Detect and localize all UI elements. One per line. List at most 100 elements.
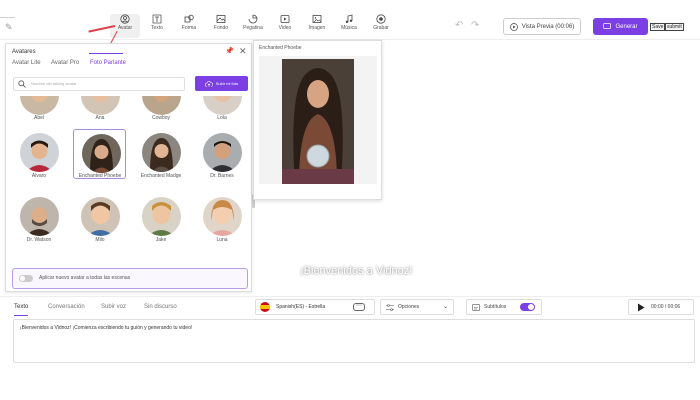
subtitles-toggle[interactable] (520, 303, 535, 311)
avatar-thumbnail (203, 197, 242, 236)
avatar-card[interactable] (195, 193, 248, 243)
popup-title: Enchanted Phoebe (259, 45, 302, 51)
apply-all-row: Aplicar nuevo avatar a todas las escenas (12, 268, 248, 289)
avatar-preview-popup: Enchanted Phoebe (253, 40, 382, 200)
voice-label: Spanish(ES) - Estrella (276, 304, 326, 310)
monitor-icon (603, 23, 612, 29)
avatar-card[interactable] (134, 129, 187, 179)
avatar-search-input[interactable]: Nombre del talking avatar (13, 77, 185, 91)
avatar-card[interactable] (195, 129, 248, 179)
spain-flag-icon (260, 302, 270, 312)
avatar-name: Luna (216, 237, 228, 243)
music-icon (345, 14, 353, 23)
avatar-name: Abel (33, 115, 44, 121)
tool-music[interactable]: Música (334, 14, 364, 38)
avatar-name: Milo (95, 237, 105, 243)
avatar-card[interactable] (12, 129, 65, 179)
script-text: ¡Bienvenidos a Vidnoz! ¡Comienza escribi… (20, 325, 193, 331)
avatar-name: Enchanted Phoebe (78, 173, 122, 179)
tool-video[interactable]: Video (270, 14, 300, 38)
apply-all-label: Aplicar nuevo avatar a todas las escenas (39, 275, 131, 281)
tool-label: Música (341, 25, 357, 31)
pin-icon[interactable]: 📌 (225, 47, 234, 55)
avatar-card-selected[interactable] (73, 129, 126, 179)
avatar-name: Dr. Barnes (210, 173, 234, 179)
avatar-thumbnail (142, 96, 181, 115)
preview-label: Vista Previa (00:06) (521, 23, 575, 30)
canvas-subtitle[interactable]: ¡Bienvenidos a Vidnoz! (300, 265, 412, 277)
tool-background[interactable]: Fondo (206, 14, 236, 38)
tool-label: Texto (151, 25, 163, 31)
top-toolbar: ✎ Avatar Texto Forma Fondo Pegatina Vide… (0, 0, 700, 40)
panel-title: Avatares (12, 49, 36, 55)
canvas-margin (577, 40, 700, 292)
avatar-card[interactable] (12, 193, 65, 243)
text-icon (152, 14, 162, 24)
tool-label: Forma (181, 25, 197, 31)
avatar-card[interactable] (134, 193, 187, 243)
avatar-thumbnail (142, 133, 181, 172)
shape-icon (184, 14, 194, 23)
tool-shape[interactable]: Forma (174, 14, 204, 38)
avatar-name: Ana (95, 115, 105, 121)
background-icon (216, 15, 226, 23)
tool-text[interactable]: Texto (142, 14, 172, 38)
close-icon[interactable]: ✕ (239, 46, 247, 57)
tool-label: Pegatina (243, 25, 263, 31)
search-icon (18, 80, 26, 88)
redo-icon[interactable]: ↷ (471, 20, 479, 31)
cloud-upload-icon (204, 80, 213, 87)
undo-icon[interactable]: ↶ (455, 20, 463, 31)
upload-label: Subir mi foto (215, 81, 239, 86)
tab-upload-voice[interactable]: Subir voz (101, 304, 126, 310)
subtitles-label: Subtítulos (484, 304, 507, 310)
tab-conversation[interactable]: Conversación (48, 304, 85, 310)
playback-time: 00:00 / 00:06 (651, 304, 681, 310)
more-options-icon[interactable]: ⋯ (353, 303, 365, 311)
tool-label: Grabar (373, 25, 389, 31)
submit-button[interactable]: submit (665, 23, 684, 31)
edit-icon[interactable]: ✎ (5, 22, 13, 33)
tool-sticker[interactable]: Pegatina (238, 14, 268, 38)
avatar-name: Cowboy (151, 115, 171, 121)
tab-no-speech[interactable]: Sin discurso (144, 304, 177, 310)
tab-avatar-lite[interactable]: Avatar Lite (12, 60, 41, 66)
avatar-name: Jake (155, 237, 167, 243)
avatar-name: Enchanted Madge (140, 173, 182, 179)
avatar-preview-image (259, 56, 377, 184)
avatar-name: Dr. Watson (26, 237, 52, 243)
avatar-icon (120, 14, 130, 24)
generate-button[interactable]: Generar (593, 18, 648, 35)
tool-record[interactable]: Grabar (366, 14, 396, 38)
avatar-thumbnail (20, 133, 59, 172)
sticker-icon (248, 14, 258, 24)
chevron-down-icon: ⌄ (442, 304, 448, 310)
script-textarea[interactable]: ¡Bienvenidos a Vidnoz! ¡Comienza escribi… (13, 319, 695, 363)
avatar-card[interactable] (73, 193, 126, 243)
avatar-thumbnail (81, 197, 120, 236)
tool-label: Imagen (308, 25, 326, 31)
apply-all-toggle[interactable] (19, 275, 33, 282)
tool-label: Fondo (213, 25, 229, 31)
upload-photo-button[interactable]: Subir mi foto (195, 76, 248, 91)
subtitles-icon (472, 304, 480, 311)
tool-label: Avatar (117, 25, 133, 31)
video-icon (280, 15, 290, 23)
tool-image[interactable]: Imagen (302, 14, 332, 38)
tab-avatar-pro[interactable]: Avatar Pro (51, 60, 79, 66)
avatar-thumbnail (81, 96, 120, 115)
tab-talking-photo[interactable]: Foto Parlante (90, 60, 126, 66)
active-tab-indicator (14, 315, 28, 316)
save-button[interactable]: Save (650, 23, 666, 31)
avatar-thumbnail (20, 197, 59, 236)
divider (0, 17, 15, 18)
preview-button[interactable]: Vista Previa (00:06) (503, 18, 581, 35)
options-label: Opciones (398, 304, 420, 310)
sliders-icon (386, 304, 394, 311)
options-dropdown[interactable]: Opciones ⌄ (380, 299, 454, 315)
play-icon[interactable] (637, 303, 645, 312)
play-circle-icon (509, 22, 518, 31)
avatars-panel: Avatares 📌 ✕ Avatar Lite Avatar Pro Foto… (5, 43, 255, 292)
tab-text[interactable]: Texto (14, 304, 28, 310)
search-placeholder: Nombre del talking avatar (31, 81, 77, 86)
